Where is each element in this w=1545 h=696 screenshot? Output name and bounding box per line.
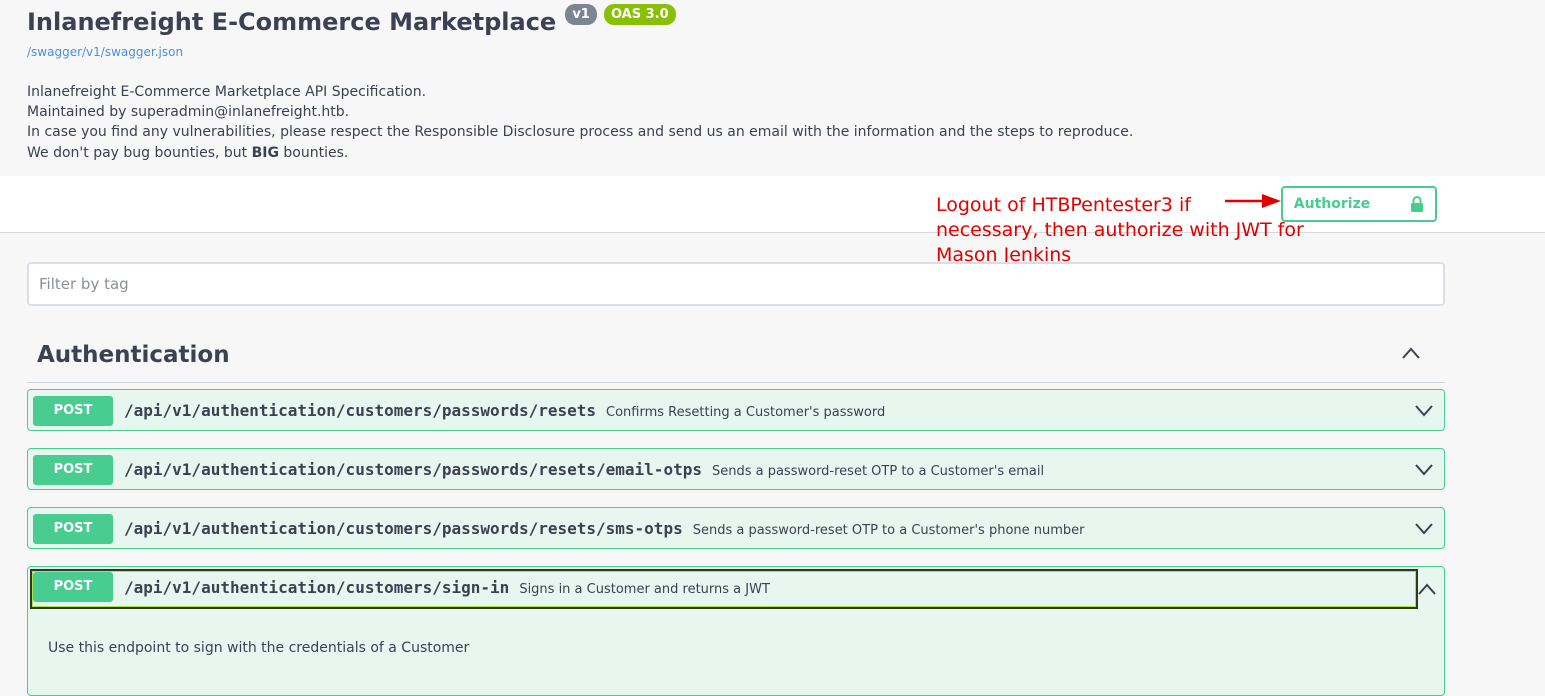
method-badge: POST bbox=[33, 455, 113, 485]
authorize-button[interactable]: Authorize bbox=[1281, 186, 1437, 222]
operation-path: /api/v1/authentication/customers/passwor… bbox=[124, 401, 885, 420]
path-text: /api/v1/authentication/customers/passwor… bbox=[124, 519, 683, 538]
operation-description: Confirms Resetting a Customer's password bbox=[606, 405, 886, 420]
method-badge: POST bbox=[33, 396, 113, 426]
bounty-bold: BIG bbox=[251, 144, 279, 161]
operation-summary[interactable]: POST /api/v1/authentication/customers/pa… bbox=[28, 449, 1444, 489]
tag-section-authentication[interactable]: Authentication bbox=[27, 330, 1445, 383]
chevron-down-icon[interactable] bbox=[1414, 403, 1434, 417]
operation-path: /api/v1/authentication/customers/passwor… bbox=[124, 519, 1085, 538]
operation-summary[interactable]: POST /api/v1/authentication/customers/pa… bbox=[28, 390, 1444, 430]
operation-summary[interactable]: POST /api/v1/authentication/customers/pa… bbox=[28, 508, 1444, 548]
description-line: In case you find any vulnerabilities, pl… bbox=[27, 124, 1134, 141]
path-text: /api/v1/authentication/customers/passwor… bbox=[124, 460, 702, 479]
chevron-down-icon[interactable] bbox=[1414, 521, 1434, 535]
annotation-line: necessary, then authorize with JWT for bbox=[936, 219, 1304, 241]
description-line: Maintained by superadmin@inlanefreight.h… bbox=[27, 104, 350, 121]
bounty-prefix: We don't pay bug bounties, but bbox=[27, 144, 252, 161]
oas-badge: OAS 3.0 bbox=[603, 4, 676, 25]
description-line: Inlanefreight E-Commerce Marketplace API… bbox=[27, 84, 427, 100]
method-badge: POST bbox=[33, 514, 113, 544]
operation-block: POST /api/v1/authentication/customers/pa… bbox=[27, 448, 1445, 490]
bounty-suffix: bounties. bbox=[278, 144, 349, 161]
bounty-line: We don't pay bug bounties, but BIG bount… bbox=[27, 143, 1133, 163]
operation-block: POST /api/v1/authentication/customers/pa… bbox=[27, 507, 1445, 549]
filter-by-tag-input[interactable] bbox=[27, 262, 1445, 306]
path-text: /api/v1/authentication/customers/sign-in bbox=[124, 578, 510, 597]
operation-body-description: Use this endpoint to sign with the crede… bbox=[48, 640, 470, 656]
operation-path: /api/v1/authentication/customers/sign-in… bbox=[124, 578, 770, 597]
page-title: Inlanefreight E-Commerce Marketplace bbox=[27, 8, 557, 36]
api-description: Inlanefreight E-Commerce Marketplace API… bbox=[27, 82, 1133, 163]
tag-title: Authentication bbox=[37, 342, 230, 368]
red-arrow-icon bbox=[1225, 194, 1281, 208]
operation-block: POST /api/v1/authentication/customers/pa… bbox=[27, 389, 1445, 431]
method-badge: POST bbox=[33, 572, 113, 602]
operation-description: Sends a password-reset OTP to a Customer… bbox=[711, 464, 1045, 479]
chevron-up-icon[interactable] bbox=[1417, 582, 1437, 596]
operation-summary[interactable]: POST /api/v1/authentication/customers/si… bbox=[30, 569, 1436, 609]
chevron-down-icon[interactable] bbox=[1414, 462, 1434, 476]
operation-block-expanded: POST /api/v1/authentication/customers/si… bbox=[27, 566, 1445, 696]
lock-icon bbox=[1411, 196, 1424, 212]
version-badge: v1 bbox=[565, 4, 597, 25]
chevron-up-icon[interactable] bbox=[1401, 346, 1421, 360]
operation-path: /api/v1/authentication/customers/passwor… bbox=[124, 460, 1044, 479]
authorize-label: Authorize bbox=[1293, 196, 1371, 212]
operation-description: Sends a password-reset OTP to a Customer… bbox=[692, 523, 1085, 538]
operation-description: Signs in a Customer and returns a JWT bbox=[519, 582, 770, 597]
path-text: /api/v1/authentication/customers/passwor… bbox=[124, 401, 597, 420]
title-row: Inlanefreight E-Commerce Marketplace v1 … bbox=[27, 4, 676, 36]
swagger-json-link[interactable]: /swagger/v1/swagger.json bbox=[27, 45, 183, 59]
scheme-container: Authorize bbox=[0, 176, 1545, 233]
